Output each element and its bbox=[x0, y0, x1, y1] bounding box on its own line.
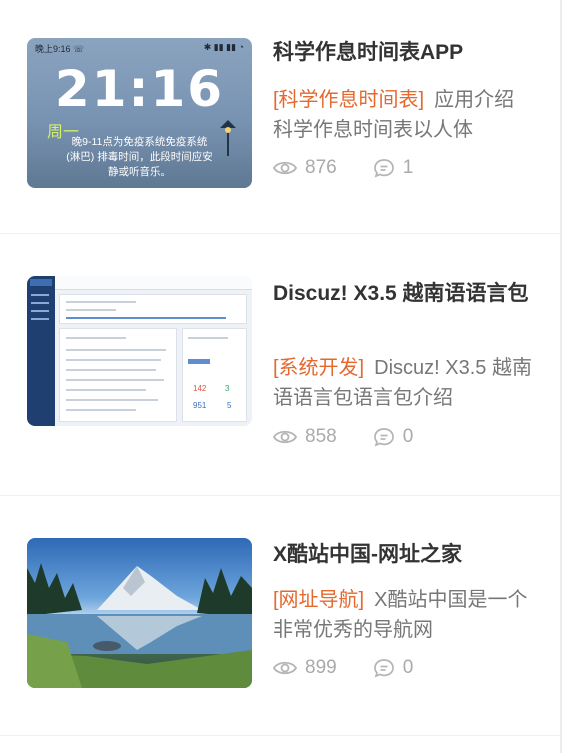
stat-number: 3 bbox=[225, 384, 230, 393]
panel-line bbox=[66, 309, 116, 311]
panel-link-line bbox=[66, 317, 226, 319]
status-icons: ✱ ▮▮ ▮▮ ◔ bbox=[203, 42, 244, 52]
article-thumbnail[interactable]: 晚上9:16 ☏ ✱ ▮▮ ▮▮ ◔ 21:16 周一 晚9-11点为免疫系统免… bbox=[27, 38, 252, 188]
comment-icon bbox=[373, 159, 394, 178]
comments-value: 0 bbox=[402, 657, 414, 678]
article-category[interactable]: [系统开发] bbox=[273, 357, 364, 379]
article-excerpt: [科学作息时间表] 应用介绍 科学作息时间表以人体 bbox=[273, 85, 533, 145]
panel-line bbox=[66, 359, 161, 361]
phone-status-bar: 晚上9:16 ☏ ✱ ▮▮ ▮▮ ◔ bbox=[35, 42, 244, 55]
article-meta: 876 1 bbox=[273, 157, 449, 179]
article-category[interactable]: [网址导航] bbox=[273, 589, 364, 611]
views-count: 876 bbox=[273, 157, 337, 179]
comment-icon bbox=[373, 659, 394, 678]
message-line: 静或听音乐。 bbox=[108, 166, 171, 178]
mountain-lake-image bbox=[27, 563, 252, 688]
article-thumbnail[interactable]: 142 3 951 5 bbox=[27, 276, 252, 426]
views-value: 858 bbox=[305, 426, 337, 447]
article-excerpt: [网址导航] X酷站中国是一个非常优秀的导航网 bbox=[273, 585, 533, 645]
article-thumbnail[interactable] bbox=[27, 538, 252, 688]
panel-line bbox=[66, 349, 166, 351]
article-excerpt: [系统开发] Discuz! X3.5 越南语语言包语言包介绍 bbox=[273, 353, 533, 413]
panel-button bbox=[188, 359, 210, 364]
admin-sidebar bbox=[27, 276, 55, 426]
sidebar-line bbox=[31, 318, 49, 320]
views-value: 876 bbox=[305, 157, 337, 178]
article-title[interactable]: X酷站中国-网址之家 bbox=[273, 539, 533, 571]
comment-icon bbox=[373, 428, 394, 447]
panel-line bbox=[66, 337, 126, 339]
admin-topbar bbox=[55, 276, 252, 290]
admin-panel bbox=[59, 328, 177, 422]
panel-line bbox=[66, 399, 158, 401]
article-title[interactable]: 科学作息时间表APP bbox=[273, 37, 533, 69]
eye-icon bbox=[273, 661, 297, 675]
comments-value: 0 bbox=[402, 426, 414, 447]
comments-count: 1 bbox=[373, 157, 414, 179]
panel-line bbox=[66, 409, 136, 411]
panel-line bbox=[188, 337, 228, 339]
stat-number: 5 bbox=[227, 401, 232, 410]
comments-value: 1 bbox=[402, 157, 414, 178]
sidebar-line bbox=[31, 302, 49, 304]
lamp-icon bbox=[220, 120, 236, 156]
admin-panel bbox=[59, 294, 247, 324]
lockscreen-clock: 21:16 bbox=[54, 60, 225, 118]
article-category[interactable]: [科学作息时间表] bbox=[273, 89, 424, 111]
article-item[interactable]: X酷站中国-网址之家 [网址导航] X酷站中国是一个非常优秀的导航网 899 0 bbox=[0, 496, 560, 736]
divider bbox=[0, 735, 560, 736]
comments-count: 0 bbox=[373, 657, 414, 679]
panel-line bbox=[66, 379, 164, 381]
sidebar-line bbox=[31, 294, 49, 296]
article-title[interactable]: Discuz! X3.5 越南语语言包 bbox=[273, 278, 533, 310]
article-item[interactable]: 晚上9:16 ☏ ✱ ▮▮ ▮▮ ◔ 21:16 周一 晚9-11点为免疫系统免… bbox=[0, 0, 560, 234]
panel-line bbox=[66, 369, 156, 371]
comments-count: 0 bbox=[373, 426, 414, 448]
panel-line bbox=[66, 389, 146, 391]
admin-logo bbox=[30, 279, 52, 286]
stat-number: 142 bbox=[193, 384, 207, 393]
views-count: 858 bbox=[273, 426, 337, 448]
views-count: 899 bbox=[273, 657, 337, 679]
views-value: 899 bbox=[305, 657, 337, 678]
stat-number: 951 bbox=[193, 401, 207, 410]
panel-line bbox=[66, 301, 136, 303]
status-time: 晚上9:16 ☏ bbox=[35, 44, 85, 54]
eye-icon bbox=[273, 430, 297, 444]
admin-stats-panel: 142 3 951 5 bbox=[182, 328, 247, 422]
eye-icon bbox=[273, 161, 297, 175]
article-meta: 858 0 bbox=[273, 426, 449, 448]
article-item[interactable]: 142 3 951 5 Discuz! X3.5 越南语语言包 [系统开发] Di… bbox=[0, 234, 560, 496]
article-meta: 899 0 bbox=[273, 657, 449, 679]
sidebar-line bbox=[31, 310, 49, 312]
